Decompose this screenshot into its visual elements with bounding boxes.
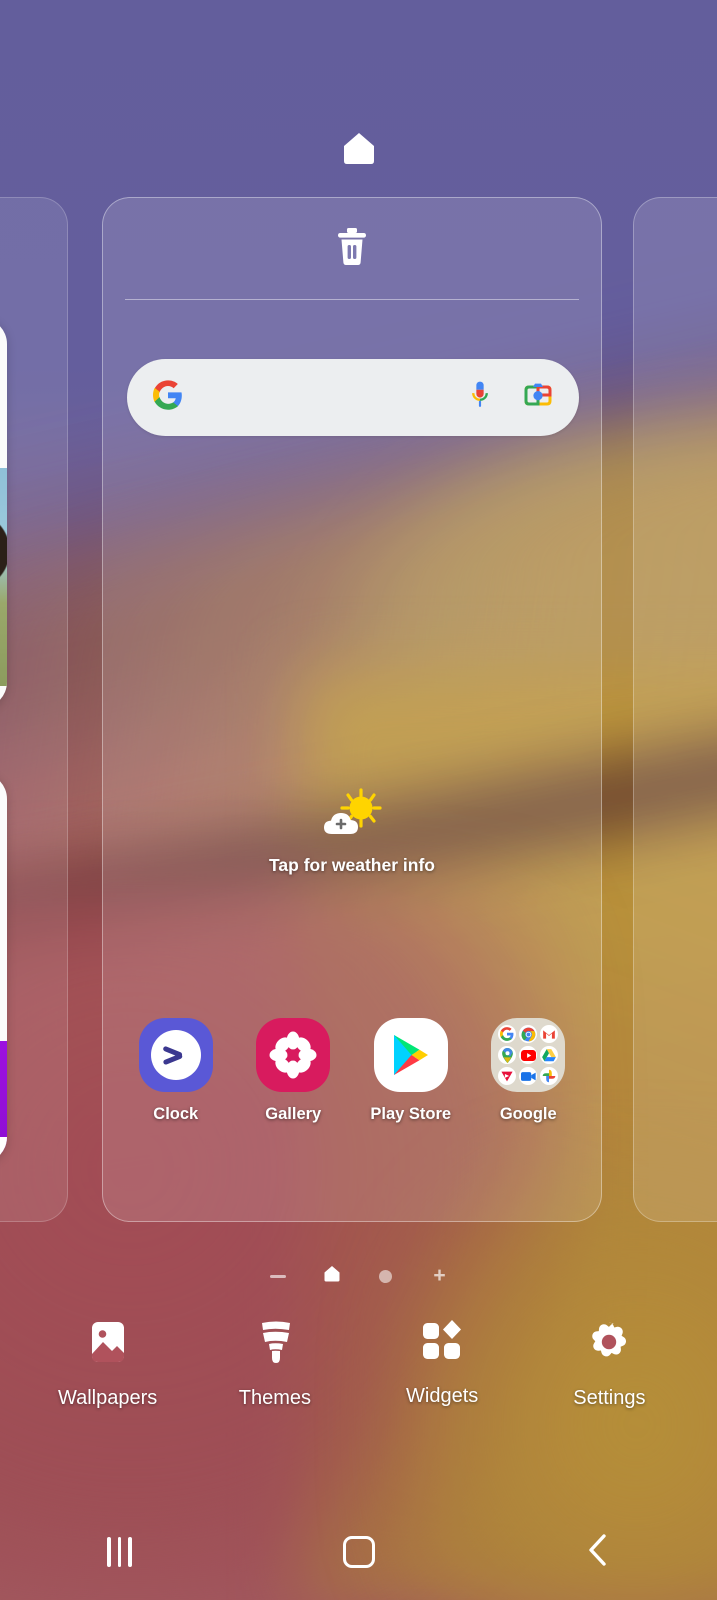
adjacent-screen-left-peek[interactable]: ✕ [0, 197, 68, 1222]
page-indicator-dash[interactable] [268, 1266, 288, 1286]
gear-icon [587, 1320, 631, 1369]
widgets-grid-icon [421, 1320, 463, 1367]
back-chevron-icon [585, 1533, 611, 1572]
app-item-play-store[interactable]: Play Store [363, 1018, 459, 1124]
maps-icon [498, 1046, 517, 1064]
app-item-google-folder[interactable]: Google [480, 1018, 576, 1124]
card-divider [125, 299, 579, 300]
nav-recents-button[interactable] [0, 1537, 239, 1567]
google-g-icon [153, 380, 183, 415]
app-label: Clock [153, 1105, 199, 1123]
home-icon [323, 1265, 341, 1287]
meet-icon [519, 1067, 538, 1085]
page-indicator-home[interactable] [322, 1266, 342, 1286]
gallery-flower-icon [256, 1018, 331, 1092]
home-icon [341, 131, 377, 170]
paintbrush-icon [254, 1320, 296, 1369]
home-square-icon [342, 1536, 375, 1568]
adjacent-home-page-right[interactable] [633, 197, 717, 1222]
google-icon [498, 1025, 517, 1043]
minus-icon [269, 1274, 286, 1278]
app-dock-row: Clock Gallery Play Store Google [103, 1018, 601, 1124]
toolbar-label: Themes [238, 1387, 311, 1409]
google-lens-camera-icon[interactable] [523, 381, 553, 414]
toolbar-label: Widgets [406, 1385, 479, 1407]
weather-label: Tap for weather info [269, 855, 435, 875]
google-search-widget[interactable] [127, 359, 579, 436]
toolbar-themes-button[interactable]: Themes [200, 1320, 350, 1410]
system-navigation-bar [0, 1504, 717, 1600]
home-screen-page-card[interactable]: Tap for weather info Clock Gallery Play … [102, 197, 602, 1222]
recents-icon [107, 1537, 132, 1567]
peek-card-upper[interactable] [0, 318, 7, 708]
weather-widget[interactable]: Tap for weather info [103, 788, 601, 876]
app-label: Google [499, 1105, 557, 1123]
app-item-gallery[interactable]: Gallery [245, 1018, 341, 1124]
gmail-icon [540, 1025, 559, 1043]
clock-icon [138, 1018, 213, 1092]
chrome-icon [519, 1025, 538, 1043]
toolbar-widgets-button[interactable]: Widgets [367, 1320, 517, 1408]
app-label: Play Store [370, 1105, 452, 1123]
edit-mode-toolbar: Wallpapers Themes Widgets Settings [0, 1320, 717, 1440]
drive-icon [540, 1046, 559, 1064]
top-home-indicator [0, 131, 717, 170]
play-store-icon [373, 1018, 448, 1092]
toolbar-label: Wallpapers [57, 1387, 158, 1409]
toolbar-settings-button[interactable]: Settings [534, 1320, 684, 1410]
peek-photo-thumbnail [0, 468, 7, 686]
image-icon [88, 1320, 128, 1369]
plus-icon: + [433, 1264, 446, 1287]
trash-icon [335, 226, 369, 271]
toolbar-label: Settings [573, 1387, 646, 1409]
sun-behind-cloud-icon [316, 788, 388, 849]
nav-home-button[interactable] [239, 1536, 478, 1568]
remove-page-button[interactable] [103, 198, 601, 298]
toolbar-wallpapers-button[interactable]: Wallpapers [33, 1320, 183, 1410]
peek-card-lower[interactable]: ✕ [0, 773, 7, 1163]
add-page-button[interactable]: + [430, 1264, 450, 1287]
app-label: Gallery [265, 1105, 322, 1123]
photos-icon [540, 1067, 559, 1085]
peek-card-dots [0, 1137, 7, 1163]
app-item-clock[interactable]: Clock [128, 1018, 224, 1124]
page-indicator-dot[interactable] [376, 1266, 396, 1286]
dot-icon [379, 1269, 392, 1283]
page-indicator-row: + [0, 1264, 717, 1287]
youtube-music-icon [498, 1067, 517, 1085]
nav-back-button[interactable] [478, 1533, 717, 1572]
microphone-icon[interactable] [467, 380, 493, 415]
youtube-icon [519, 1046, 538, 1064]
google-folder-icon [491, 1018, 566, 1092]
